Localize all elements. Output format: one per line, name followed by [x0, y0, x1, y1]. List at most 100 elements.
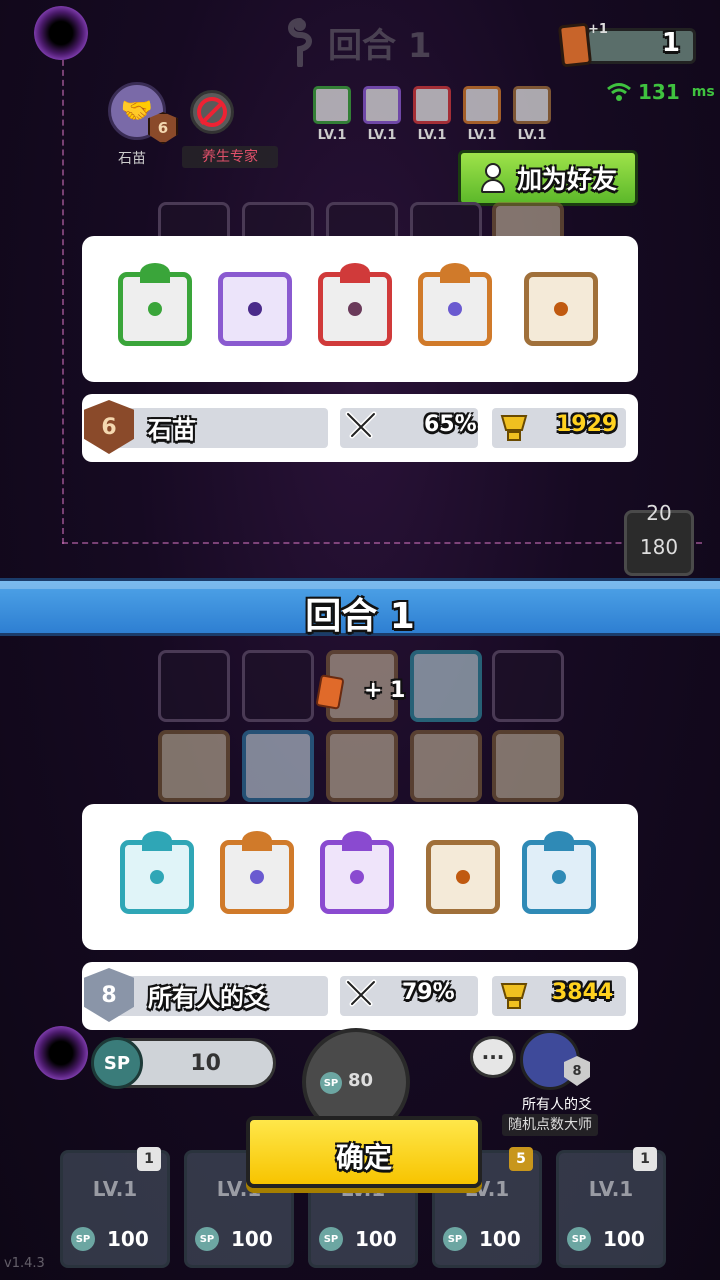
sp-icon: SP — [195, 1227, 219, 1251]
card-gain-text: + 1 — [364, 678, 406, 703]
sp-value: 10 — [190, 1051, 221, 1076]
player-board-slot[interactable] — [492, 650, 564, 722]
sp-icon: SP — [71, 1227, 95, 1251]
opponent-emote-ban[interactable] — [190, 90, 234, 134]
ping-value: 131 — [638, 80, 680, 104]
opponent-deck-dice — [318, 263, 392, 346]
opponent-deck-dice — [418, 263, 492, 346]
trophy-icon — [500, 415, 528, 441]
card-icon — [557, 22, 593, 68]
crossed-swords-icon — [345, 979, 377, 1007]
round-label-top: 回合 1 — [328, 25, 432, 66]
chat-icon: ··· — [481, 1045, 505, 1069]
player-board-slot[interactable] — [242, 650, 314, 722]
player-board-dice[interactable] — [410, 650, 482, 722]
portal-icon — [34, 1026, 88, 1080]
ping-indicator: 131 ms — [606, 80, 715, 104]
opponent-deck-level-item: LV.1 — [462, 86, 502, 143]
opponent-stats-panel: 6 石苗 65% 1929 — [82, 394, 638, 462]
deck-card-cost: 100 — [603, 1227, 645, 1251]
player-board-dice[interactable] — [242, 730, 314, 802]
add-user-icon — [479, 161, 509, 195]
opponent-name: 石苗 — [148, 416, 196, 444]
deck-upgrade-card[interactable]: LV.1 1 SP 100 — [60, 1147, 170, 1268]
player-deck-dice[interactable] — [220, 831, 294, 914]
deck-card-cost: 100 — [355, 1227, 397, 1251]
player-board-dice[interactable] — [410, 730, 482, 802]
player-stats-panel: 8 所有人的爻 79% 3844 — [82, 962, 638, 1030]
opponent-title: 养生专家 — [182, 146, 278, 168]
opponent-deck-dice — [524, 272, 598, 346]
deck-card-cost: 100 — [231, 1227, 273, 1251]
dice-icon — [513, 86, 551, 124]
player-name: 所有人的爻 — [148, 984, 268, 1012]
wifi-icon — [607, 83, 631, 101]
snake-icon — [288, 18, 312, 67]
sp-icon: SP — [320, 1072, 342, 1094]
player-board-dice[interactable] — [492, 730, 564, 802]
deck-card-badge: 1 — [137, 1147, 161, 1171]
sp-bar: SP 10 — [91, 1037, 276, 1089]
dice-icon — [363, 86, 401, 124]
card-plus-text: +1 — [588, 22, 608, 37]
board-boundary-horizontal — [62, 542, 702, 544]
opponent-deck-level-item: LV.1 — [362, 86, 402, 143]
portal-icon — [34, 6, 88, 60]
player-deck-dice[interactable] — [426, 840, 500, 914]
wave-timer: 20 180 — [624, 501, 694, 576]
round-banner-label: 回合 1 — [305, 596, 415, 637]
crossed-swords-icon — [345, 411, 377, 439]
player-trophies: 3844 — [552, 980, 614, 1005]
opponent-deck-dice — [218, 272, 292, 346]
deck-card-badge: 5 — [509, 1147, 533, 1171]
opponent-rank-badge-small: 6 — [148, 112, 178, 144]
opponent-deck-level-item: LV.1 — [512, 86, 552, 143]
version-text: v1.4.3 — [4, 1256, 45, 1271]
player-board-slot[interactable] — [158, 650, 230, 722]
deck-card-level: LV.1 — [92, 1177, 138, 1201]
deck-card-cost: 100 — [107, 1227, 149, 1251]
add-friend-label: 加为好友 — [516, 165, 617, 194]
ban-icon — [197, 97, 227, 127]
sp-icon: SP — [91, 1037, 143, 1089]
deck-card-level: LV.1 — [588, 1177, 634, 1201]
opponent-trophies: 1929 — [556, 412, 618, 437]
player-name-small: 所有人的爻 — [522, 1097, 592, 1113]
sp-icon: SP — [443, 1227, 467, 1251]
player-deck-dice[interactable] — [120, 831, 194, 914]
sp-icon: SP — [319, 1227, 343, 1251]
trophy-icon — [500, 983, 528, 1009]
card-count: 1 — [661, 28, 680, 58]
card-counter: +1 1 — [557, 22, 698, 68]
opponent-deck-dice — [118, 263, 192, 346]
roll-cost: 80 — [348, 1070, 374, 1091]
opponent-deck-levels: LV.1 LV.1 LV.1 LV.1 LV.1 — [312, 86, 552, 143]
deck-card-cost: 100 — [479, 1227, 521, 1251]
dice-icon — [463, 86, 501, 124]
player-deck-dice[interactable] — [522, 831, 596, 914]
confirm-label: 确定 — [335, 1141, 392, 1174]
timer-top: 20 — [646, 501, 672, 525]
board-boundary-vertical — [62, 40, 64, 544]
round-banner: 回合 1 — [0, 578, 720, 637]
dice-icon — [413, 86, 451, 124]
add-friend-button[interactable]: 加为好友 — [458, 150, 638, 206]
player-board-dice[interactable] — [158, 730, 230, 802]
round-indicator-top: 回合 1 — [282, 14, 482, 70]
opponent-deck-panel — [82, 236, 638, 382]
timer-bottom: 180 — [639, 535, 679, 559]
player-board-dice[interactable] — [326, 730, 398, 802]
ping-unit: ms — [691, 84, 715, 100]
dice-icon — [313, 86, 351, 124]
player-deck-dice[interactable] — [320, 831, 394, 914]
deck-card-badge: 1 — [633, 1147, 657, 1171]
player-winrate: 79% — [402, 980, 455, 1005]
confirm-button[interactable]: 确定 — [246, 1116, 482, 1188]
opponent-winrate: 65% — [424, 412, 477, 437]
player-deck-panel — [82, 804, 638, 950]
opponent-deck-level-item: LV.1 — [412, 86, 452, 143]
deck-upgrade-card[interactable]: LV.1 1 SP 100 — [556, 1147, 666, 1268]
emote-chat-button[interactable]: ··· — [470, 1036, 516, 1078]
sp-icon: SP — [567, 1227, 591, 1251]
player-title: 随机点数大师 — [502, 1114, 598, 1136]
